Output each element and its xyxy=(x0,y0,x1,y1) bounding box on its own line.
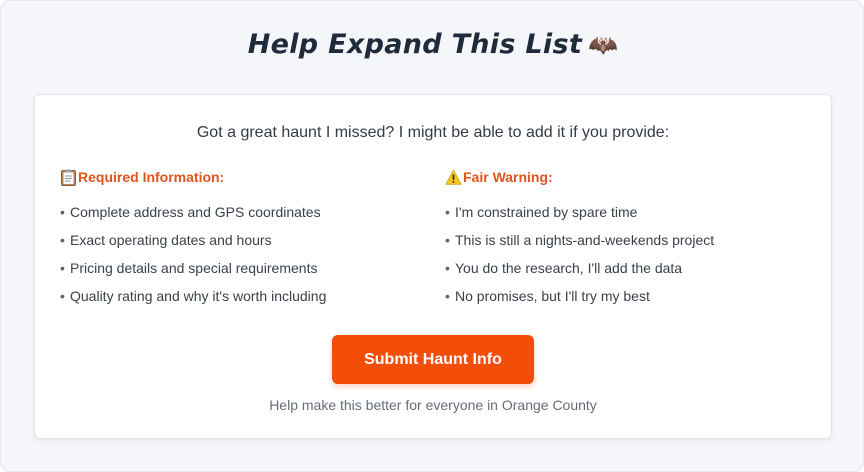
required-info-list: • Complete address and GPS coordinates • E… xyxy=(60,203,420,315)
footer-note: Help make this better for everyone in Or… xyxy=(269,397,597,413)
bat-icon: 🦇 xyxy=(588,31,619,59)
fair-warning-label: Fair Warning: xyxy=(463,169,553,185)
section-title: Help Expand This List 🦇 xyxy=(1,29,864,60)
info-card: Got a great haunt I missed? I might be a… xyxy=(34,94,832,439)
clipboard-icon xyxy=(61,169,76,186)
list-item: • You do the research, I'll add the data xyxy=(445,260,683,276)
fair-warning-heading: Fair Warning: xyxy=(445,168,805,186)
fair-warning-column: Fair Warning: • I'm constrained by spare … xyxy=(445,168,805,315)
submit-haunt-info-button[interactable]: Submit Haunt Info xyxy=(332,335,534,384)
help-expand-section: Help Expand This List 🦇 Got a great haunt… xyxy=(0,0,864,472)
list-item: • Quality rating and why it's worth inclu… xyxy=(60,288,327,304)
list-item: • This is still a nights-and-weekends pro… xyxy=(445,232,715,248)
section-title-text: Help Expand This List xyxy=(247,29,583,60)
list-item: • Complete address and GPS coordinates xyxy=(60,204,321,220)
required-info-column: Required Information: • Complete address … xyxy=(60,168,420,315)
list-item: • No promises, but I'll try my best xyxy=(445,288,650,304)
required-info-label: Required Information: xyxy=(78,169,225,185)
list-item: • I'm constrained by spare time xyxy=(445,204,638,220)
list-item: • Pricing details and special requirement… xyxy=(60,260,318,276)
required-info-heading: Required Information: xyxy=(60,168,420,186)
list-item: • Exact operating dates and hours xyxy=(60,232,272,248)
intro-text: Got a great haunt I missed? I might be a… xyxy=(196,124,670,141)
fair-warning-list: • I'm constrained by spare time • This is … xyxy=(445,203,805,315)
warning-icon xyxy=(445,169,462,185)
